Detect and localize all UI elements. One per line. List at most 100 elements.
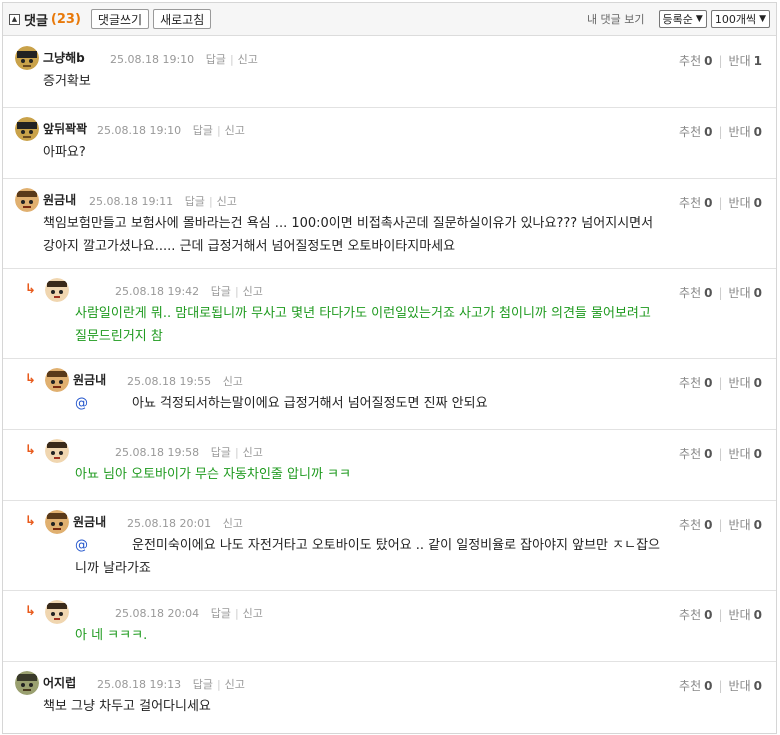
- comment-author[interactable]: 앞뒤꽉꽉: [43, 120, 87, 137]
- report-button[interactable]: 신고: [217, 195, 237, 208]
- per-page-select[interactable]: 100개씩 ▼: [710, 10, 770, 28]
- comment-votes: 추천 0 | 반대 0: [679, 679, 762, 693]
- comment-item: 어지럽 25.08.18 19:13 답글 | 신고 추천 0 | 반대 0 책보 그냥 차…: [3, 662, 776, 733]
- downvote-count: 0: [753, 608, 762, 622]
- downvote-button[interactable]: 반대: [729, 447, 751, 461]
- comment-text-line: @ 운전미숙이에요 나도 자전거타고 오토바이도 탔어요 .. 같이 일정비율로 …: [75, 534, 660, 557]
- downvote-count: 0: [753, 518, 762, 532]
- downvote-button[interactable]: 반대: [729, 196, 751, 210]
- comment-toolbar: ▲ 댓글 (23) 댓글쓰기 새로고침 내 댓글 보기 등록순 ▼ 100개씩 ▼: [3, 3, 776, 36]
- report-button[interactable]: 신고: [223, 375, 243, 388]
- comment-text: @ 아뇨 걱정되서하는말이에요 급정거해서 넘어질정도면 진짜 안되요: [75, 392, 488, 415]
- comment-count: (23): [50, 11, 81, 27]
- comment-meta: 25.08.18 20:01 신고: [127, 515, 243, 531]
- comment-votes: 추천 0 | 반대 1: [679, 54, 762, 68]
- report-button[interactable]: 신고: [223, 517, 243, 530]
- comment-meta: 25.08.18 19:42 답글 | 신고: [115, 285, 263, 298]
- upvote-button[interactable]: 추천: [679, 518, 701, 532]
- comment-author[interactable]: 원금내: [43, 191, 76, 208]
- upvote-button[interactable]: 추천: [679, 679, 701, 693]
- comment-meta: 25.08.18 19:10 답글 | 신고: [110, 53, 258, 66]
- comment-votes: 추천 0 | 반대 0: [679, 376, 762, 390]
- downvote-button[interactable]: 반대: [729, 376, 751, 390]
- report-button[interactable]: 신고: [225, 124, 245, 137]
- comment-text: 책보 그냥 차두고 걸어다니세요: [43, 695, 211, 718]
- reply-item: ↳ 25.08.18 19:58 답글 | 신고 추천 0 | 반대 0 아뇨 님아 오토바…: [3, 430, 776, 501]
- write-comment-button[interactable]: 댓글쓰기: [90, 9, 150, 29]
- report-button[interactable]: 신고: [243, 607, 263, 620]
- upvote-button[interactable]: 추천: [679, 125, 701, 139]
- comment-meta: 25.08.18 19:13 답글 | 신고: [97, 678, 245, 691]
- comment-text-line: 책보 그냥 차두고 걸어다니세요: [43, 699, 211, 714]
- avatar-icon: [45, 439, 69, 463]
- report-button[interactable]: 신고: [225, 678, 245, 691]
- reply-button[interactable]: 답글: [211, 607, 231, 620]
- comment-text-line: 강아지 깔고가셨나요..... 근데 급정거해서 넘어질정도면 오토바이타지마세…: [43, 239, 456, 254]
- upvote-count: 0: [704, 679, 713, 693]
- comment-time: 25.08.18 19:42: [115, 285, 200, 298]
- upvote-count: 0: [704, 608, 713, 622]
- upvote-button[interactable]: 추천: [679, 447, 701, 461]
- reply-button[interactable]: 답글: [185, 195, 205, 208]
- comment-votes: 추천 0 | 반대 0: [679, 447, 762, 461]
- comment-text-line: 증거확보: [43, 74, 91, 89]
- downvote-button[interactable]: 반대: [729, 286, 751, 300]
- my-comments-link[interactable]: 내 댓글 보기: [587, 11, 645, 27]
- comment-text: @ 운전미숙이에요 나도 자전거타고 오토바이도 탔어요 .. 같이 일정비율로 …: [75, 534, 660, 580]
- comment-author[interactable]: 원금내: [73, 513, 106, 530]
- chevron-down-icon: ▼: [759, 14, 766, 24]
- refresh-button[interactable]: 새로고침: [153, 9, 212, 29]
- comment-text-line: 니까 날라가죠: [75, 561, 151, 576]
- comment-text: 아 네 ㅋㅋㅋ.: [75, 624, 147, 647]
- upvote-count: 0: [704, 286, 713, 300]
- comment-author[interactable]: 원금내: [73, 371, 106, 388]
- report-button[interactable]: 신고: [238, 53, 258, 66]
- upvote-button[interactable]: 추천: [679, 54, 701, 68]
- downvote-button[interactable]: 반대: [729, 608, 751, 622]
- upvote-button[interactable]: 추천: [679, 286, 701, 300]
- comment-time: 25.08.18 19:11: [89, 195, 174, 208]
- comment-item: 원금내 25.08.18 19:11 답글 | 신고 추천 0 | 반대 0 책임보험만들고…: [3, 179, 776, 269]
- upvote-button[interactable]: 추천: [679, 196, 701, 210]
- mention-link[interactable]: @: [75, 538, 88, 553]
- mention-link[interactable]: @: [75, 396, 88, 411]
- downvote-button[interactable]: 반대: [729, 54, 751, 68]
- sort-select[interactable]: 등록순 ▼: [658, 10, 707, 28]
- comment-text: 아뇨 님아 오토바이가 무슨 자동차인줄 압니까 ㅋㅋ: [75, 463, 351, 486]
- downvote-button[interactable]: 반대: [729, 125, 751, 139]
- comment-author[interactable]: 그냥해b: [43, 49, 85, 66]
- comment-votes: 추천 0 | 반대 0: [679, 196, 762, 210]
- avatar-icon: [45, 510, 69, 534]
- avatar-icon: [15, 671, 39, 695]
- downvote-count: 0: [753, 679, 762, 693]
- reply-button[interactable]: 답글: [211, 285, 231, 298]
- reply-button[interactable]: 답글: [193, 124, 213, 137]
- comment-time: 25.08.18 19:13: [97, 678, 182, 691]
- report-button[interactable]: 신고: [243, 285, 263, 298]
- reply-item: ↳ 원금내 25.08.18 19:55 신고 추천 0 | 반대 0 @ 아뇨 걱정되서…: [3, 359, 776, 430]
- reply-item: ↳ 25.08.18 19:42 답글 | 신고 추천 0 | 반대 0 사람일이란게 뭐.…: [3, 269, 776, 359]
- comment-text-line: 아 네 ㅋㅋㅋ.: [75, 628, 148, 643]
- reply-arrow-icon: ↳: [25, 282, 36, 297]
- reply-button[interactable]: 답글: [193, 678, 213, 691]
- comment-time: 25.08.18 19:58: [115, 446, 200, 459]
- sort-select-value: 등록순: [662, 13, 693, 26]
- upvote-button[interactable]: 추천: [679, 376, 701, 390]
- reply-button[interactable]: 답글: [211, 446, 231, 459]
- report-button[interactable]: 신고: [243, 446, 263, 459]
- comment-meta: 25.08.18 19:55 신고: [127, 373, 243, 389]
- reply-button[interactable]: 답글: [206, 53, 226, 66]
- downvote-button[interactable]: 반대: [729, 679, 751, 693]
- downvote-count: 1: [753, 54, 762, 68]
- upvote-button[interactable]: 추천: [679, 608, 701, 622]
- comment-time: 25.08.18 19:10: [110, 53, 195, 66]
- collapse-toggle-icon[interactable]: ▲: [9, 13, 20, 25]
- comment-text: 책임보험만들고 보험사에 몰바라는건 욕심 ... 100:0이면 비접촉사곤데…: [43, 212, 653, 258]
- comment-meta: 25.08.18 19:10 답글 | 신고: [97, 124, 245, 137]
- comment-author[interactable]: 어지럽: [43, 674, 76, 691]
- avatar-icon: [15, 188, 39, 212]
- downvote-button[interactable]: 반대: [729, 518, 751, 532]
- comment-text: 증거확보: [43, 70, 91, 93]
- reply-arrow-icon: ↳: [25, 514, 36, 529]
- downvote-count: 0: [753, 125, 762, 139]
